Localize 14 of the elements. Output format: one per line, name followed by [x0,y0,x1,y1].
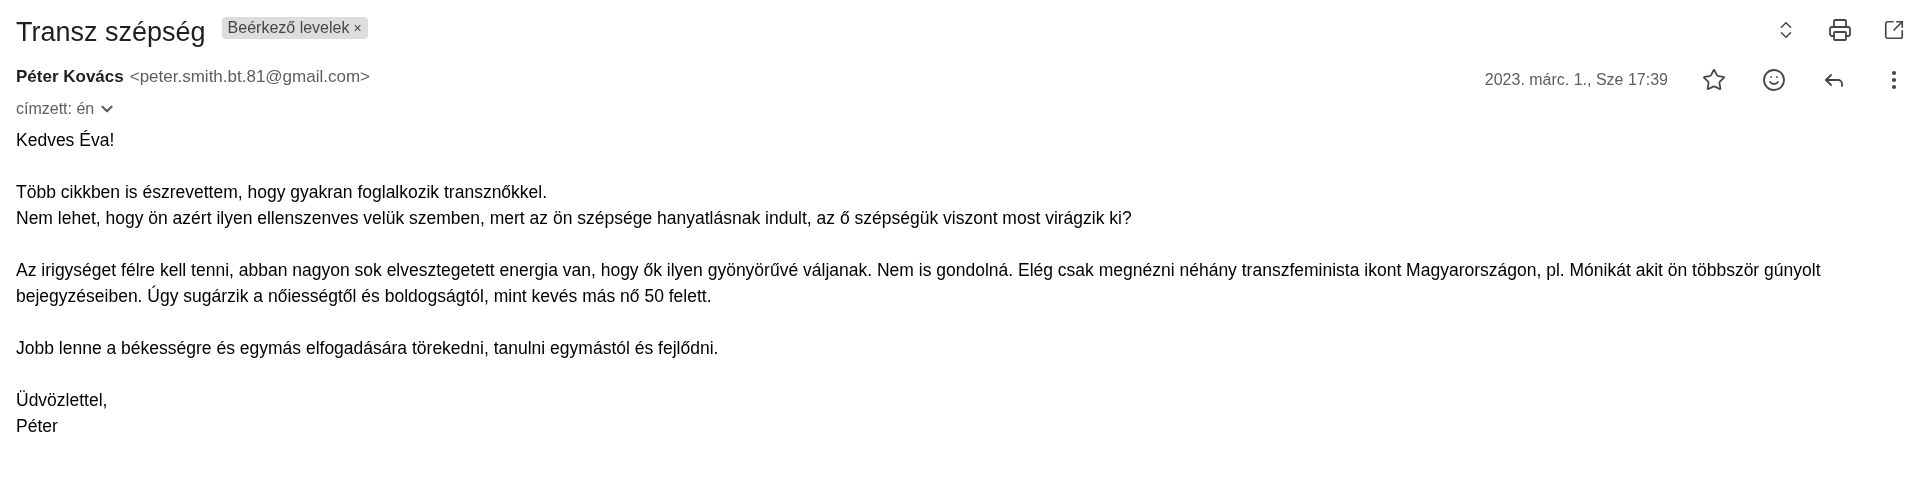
email-date: 2023. márc. 1., Sze 17:39 [1484,70,1668,90]
sender-name: Péter Kovács [16,66,124,88]
remove-label-button[interactable]: × [353,17,362,39]
label-text: Beérkező levelek [227,18,350,38]
recipient-text: címzett: én [16,98,95,119]
sender-email: <peter.smith.bt.81@gmail.com> [129,66,370,88]
body-text: Az irigységet félre kell tenni, abban nagyon sok elvesztegetett energia van, hogy ők ilyen gyönyörűvé váljanak. Nem is gondolná. Elég csak megnézni néhány transzfeminista ikont Magyarországon, pl. Mónikát akit ön többször gúnyolt bejegyzéseiben. Úgy sugárzik a nőiességtől és boldogságtól, mint kevés más nő 50 felett. [16,258,1822,308]
email-subject: Transz szépség [16,16,206,49]
body-text: Üdvözlettel, [16,388,109,412]
body-text: Péter [16,414,59,438]
body-text: Több cikkben is észrevettem, hogy gyakran foglalkozik transznőkkel. [16,180,549,204]
body-text: Kedves Éva! [16,128,116,152]
body-text: Nem lehet, hogy ön azért ilyen ellenszenves velük szemben, mert az ön szépsége hanyatlásnak indult, az ő szépségük viszont most virágzik ki? [16,206,1133,230]
body-text: Jobb lenne a békességre és egymás elfogadására törekedni, tanulni egymástól és fejlődni. [16,336,720,360]
